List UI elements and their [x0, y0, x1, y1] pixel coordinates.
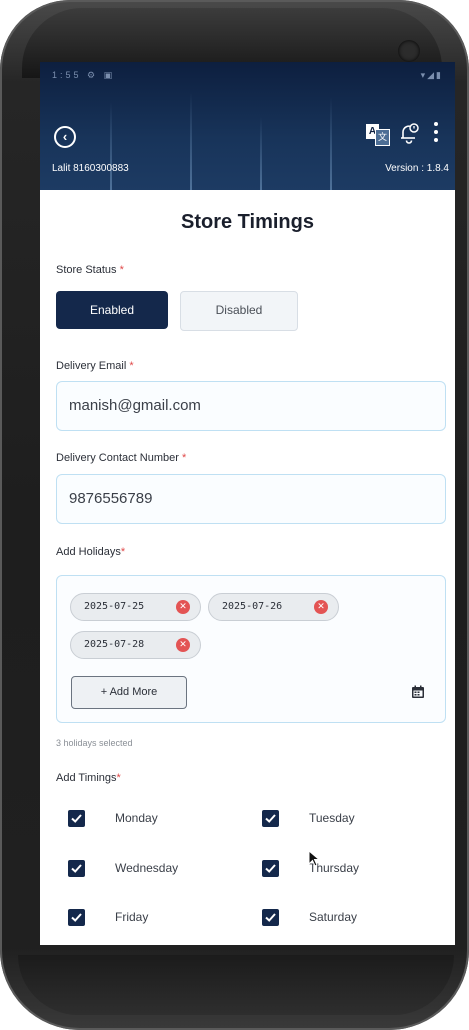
day-checkbox-friday[interactable]: Friday — [68, 909, 248, 927]
status-bar-left: 1:55 ⚙ ▣ — [52, 70, 116, 80]
add-timings-label: Add Timings* — [56, 772, 121, 784]
front-camera — [398, 40, 420, 62]
day-label: Wednesday — [115, 861, 179, 875]
holiday-chip-date: 2025-07-25 — [84, 601, 145, 612]
day-checkbox-saturday[interactable]: Saturday — [262, 909, 442, 927]
store-status-label: Store Status * — [56, 264, 124, 276]
app-header: 1:55 ⚙ ▣ ▾◢▮ ‹ Lalit 8160300883 Version … — [40, 62, 455, 190]
delivery-email-label: Delivery Email * — [56, 360, 134, 372]
translate-icon[interactable]: A文 — [366, 124, 390, 146]
day-label: Friday — [115, 910, 149, 924]
day-checkbox-thursday[interactable]: Thursday — [262, 860, 442, 878]
add-more-button[interactable]: + Add More — [71, 676, 187, 709]
holiday-chip: 2025-07-28 ✕ — [70, 631, 201, 659]
status-bar: 1:55 ⚙ ▣ ▾◢▮ — [52, 70, 443, 84]
day-checkbox-wednesday[interactable]: Wednesday — [68, 860, 248, 878]
checkbox-checked-icon[interactable] — [262, 860, 279, 877]
day-checkbox-tuesday[interactable]: Tuesday — [262, 810, 442, 828]
day-checkbox-monday[interactable]: Monday — [68, 810, 248, 828]
checkbox-checked-icon[interactable] — [262, 909, 279, 926]
holiday-chip-date: 2025-07-28 — [84, 639, 145, 650]
back-circle-icon[interactable]: ‹ — [54, 126, 76, 148]
header-decoration — [330, 97, 332, 190]
header-decoration — [190, 92, 192, 190]
holidays-box[interactable]: 2025-07-25 ✕ 2025-07-26 ✕ 2025-07-28 ✕ +… — [56, 575, 446, 723]
checkbox-checked-icon[interactable] — [262, 810, 279, 827]
holidays-count-hint: 3 holidays selected — [56, 738, 133, 748]
delivery-contact-field[interactable]: 9876556789 — [56, 474, 446, 524]
delivery-email-field[interactable]: manish@gmail.com — [56, 381, 446, 431]
day-label: Saturday — [309, 910, 358, 924]
holiday-chip-date: 2025-07-26 — [222, 601, 283, 612]
header-decoration — [110, 102, 112, 190]
notification-bell-icon[interactable] — [398, 122, 420, 144]
phone-frame: 1:55 ⚙ ▣ ▾◢▮ ‹ Lalit 8160300883 Version … — [0, 0, 469, 1030]
status-bar-right: ▾◢▮ — [420, 70, 443, 80]
holiday-chip: 2025-07-26 ✕ — [208, 593, 339, 621]
day-label: Tuesday — [309, 811, 355, 825]
remove-chip-icon[interactable]: ✕ — [314, 600, 328, 614]
delivery-contact-label: Delivery Contact Number * — [56, 452, 187, 464]
holiday-chip: 2025-07-25 ✕ — [70, 593, 201, 621]
mouse-cursor-icon — [308, 850, 320, 867]
more-vertical-icon[interactable] — [432, 122, 440, 146]
remove-chip-icon[interactable]: ✕ — [176, 600, 190, 614]
page-title: Store Timings — [181, 211, 314, 233]
checkbox-checked-icon[interactable] — [68, 860, 85, 877]
phone-bottom-bezel — [18, 955, 454, 1015]
header-decoration — [260, 117, 262, 190]
enabled-button[interactable]: Enabled — [56, 291, 168, 329]
add-holidays-label: Add Holidays* — [56, 546, 126, 558]
checkbox-checked-icon[interactable] — [68, 810, 85, 827]
remove-chip-icon[interactable]: ✕ — [176, 638, 190, 652]
disabled-button[interactable]: Disabled — [180, 291, 298, 331]
day-label: Monday — [115, 811, 158, 825]
app-screen: 1:55 ⚙ ▣ ▾◢▮ ‹ Lalit 8160300883 Version … — [40, 62, 455, 945]
version-label: Version : 1.8.4 — [385, 163, 449, 174]
user-label: Lalit 8160300883 — [52, 163, 129, 174]
calendar-icon[interactable] — [411, 685, 425, 699]
checkbox-checked-icon[interactable] — [68, 909, 85, 926]
